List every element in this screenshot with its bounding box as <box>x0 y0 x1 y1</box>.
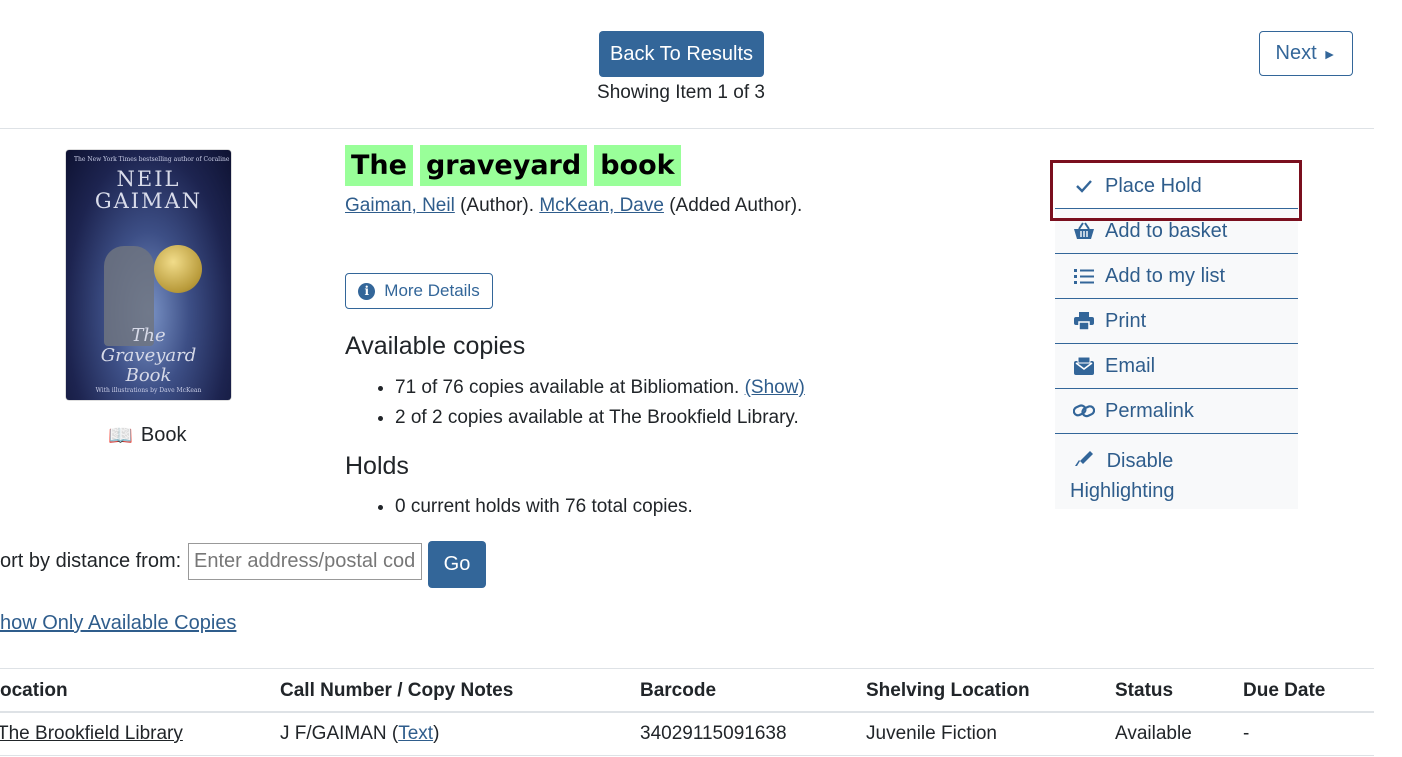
next-arrow-icon: ► <box>1322 45 1337 62</box>
address-postal-code-input[interactable] <box>188 543 422 580</box>
disable-label-line2: Highlighting <box>1070 480 1175 502</box>
cover-top-line: The New York Times bestselling author of… <box>74 156 230 163</box>
email-action[interactable]: Email <box>1055 344 1298 389</box>
disable-highlighting-action[interactable]: Disable Highlighting <box>1055 434 1298 509</box>
showing-item-count: Showing Item 1 of 3 <box>597 82 765 103</box>
list-item: 2 of 2 copies available at The Brookfiel… <box>395 403 805 433</box>
available-copies-list: 71 of 76 copies available at Bibliomatio… <box>345 373 805 433</box>
next-label: Next <box>1275 42 1317 64</box>
call-number-text: J F/GAIMAN ( <box>280 723 399 744</box>
print-icon <box>1073 312 1095 330</box>
print-label: Print <box>1105 309 1147 332</box>
available-copies-heading: Available copies <box>345 332 526 360</box>
availability-text: 71 of 76 copies available at Bibliomatio… <box>395 377 745 398</box>
add-to-list-action[interactable]: Add to my list <box>1055 254 1298 299</box>
add-to-basket-label: Add to basket <box>1105 219 1228 242</box>
info-icon: i <box>358 282 376 300</box>
newbery-medal-icon <box>154 245 202 293</box>
cover-author-line2: GAIMAN <box>94 189 203 213</box>
book-icon: 📖 <box>108 425 133 447</box>
next-button[interactable]: Next ► <box>1259 31 1353 76</box>
cover-title: The Graveyard Book <box>66 326 231 386</box>
holds-list: 0 current holds with 76 total copies. <box>345 493 693 521</box>
place-hold-action[interactable]: Place Hold <box>1055 164 1298 209</box>
table-bottom-border <box>0 755 1374 756</box>
record-title: The graveyard book <box>345 145 681 186</box>
cover-author-line1: NEIL <box>116 167 181 191</box>
list-item: 0 current holds with 76 total copies. <box>395 493 693 521</box>
table-top-border <box>0 668 1374 669</box>
format-indicator: 📖 Book <box>108 423 187 448</box>
author-link-mckean[interactable]: McKean, Dave <box>539 195 664 216</box>
sort-distance-label: ort by distance from: <box>0 550 182 572</box>
show-copies-link[interactable]: (Show) <box>745 377 805 398</box>
holds-heading: Holds <box>345 452 409 480</box>
column-header-status: Status <box>1115 680 1174 701</box>
status-cell: Available <box>1115 723 1192 744</box>
shelving-location-cell: Juvenile Fiction <box>866 723 997 744</box>
call-number-close: ) <box>433 723 440 744</box>
show-only-available-link[interactable]: how Only Available Copies <box>0 612 236 635</box>
add-to-basket-action[interactable]: Add to basket <box>1055 209 1298 254</box>
call-number-cell: J F/GAIMAN (Text) <box>280 723 439 745</box>
title-word: graveyard <box>419 145 588 186</box>
add-to-list-label: Add to my list <box>1105 264 1226 287</box>
column-header-shelving-location: Shelving Location <box>866 680 1030 701</box>
format-label: Book <box>140 424 187 446</box>
place-hold-label: Place Hold <box>1105 174 1202 197</box>
print-action[interactable]: Print <box>1055 299 1298 344</box>
go-button[interactable]: Go <box>428 541 486 588</box>
disable-highlighting-label: Disable Highlighting <box>1070 446 1175 506</box>
record-authors: Gaiman, Neil (Author). McKean, Dave (Add… <box>345 195 802 217</box>
author-role: (Author). <box>454 195 540 216</box>
barcode-cell: 34029115091638 <box>640 723 787 744</box>
call-number-text-link[interactable]: Text <box>398 723 433 744</box>
check-icon <box>1073 178 1095 194</box>
more-details-button[interactable]: i More Details <box>345 273 493 309</box>
record-actions: Place Hold Add to basket Add to my list … <box>1055 164 1298 509</box>
column-header-barcode: Barcode <box>640 680 717 701</box>
disable-label-line1: Disable <box>1106 450 1174 472</box>
column-header-call-number: Call Number / Copy Notes <box>280 680 514 701</box>
link-icon <box>1073 403 1095 419</box>
permalink-label: Permalink <box>1105 399 1194 422</box>
table-header-divider <box>0 711 1374 713</box>
list-icon <box>1073 268 1095 284</box>
list-item: 71 of 76 copies available at Bibliomatio… <box>395 373 805 403</box>
cover-title-line3: Book <box>125 365 172 386</box>
email-icon <box>1073 357 1095 375</box>
basket-icon <box>1073 222 1095 240</box>
title-word: The <box>345 145 413 186</box>
permalink-action[interactable]: Permalink <box>1055 389 1298 434</box>
author-role: (Added Author). <box>663 195 803 216</box>
divider <box>0 128 1374 129</box>
cover-title-line1: The <box>131 325 166 346</box>
book-cover-image[interactable]: The New York Times bestselling author of… <box>66 150 231 400</box>
column-header-location: ocation <box>0 680 68 701</box>
email-label: Email <box>1105 354 1156 377</box>
more-details-label: More Details <box>384 281 480 300</box>
due-date-cell: - <box>1243 723 1250 744</box>
column-header-due-date: Due Date <box>1243 680 1326 701</box>
cover-illustrator: With illustrations by Dave McKean <box>95 387 202 394</box>
back-to-results-button[interactable]: Back To Results <box>599 31 764 77</box>
cover-title-line2: Graveyard <box>100 345 197 366</box>
cover-author: NEIL GAIMAN <box>66 168 231 212</box>
title-word: book <box>594 145 681 186</box>
location-link[interactable]: The Brookfield Library <box>0 723 183 745</box>
author-link-gaiman[interactable]: Gaiman, Neil <box>345 195 455 216</box>
highlighter-icon <box>1073 449 1095 467</box>
